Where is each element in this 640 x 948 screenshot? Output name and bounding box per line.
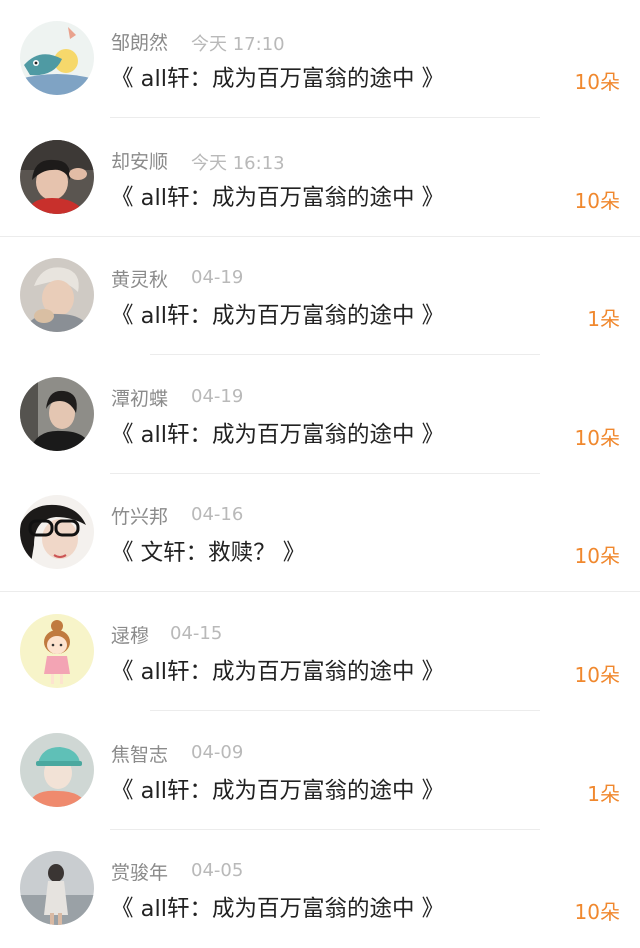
list-item[interactable]: 竹兴邦 04-16 《 文轩：救赎？ 》 10朵 xyxy=(0,474,640,592)
divider xyxy=(150,710,540,711)
work-title[interactable]: 《 文轩：救赎？ 》 xyxy=(111,535,305,567)
user-name[interactable]: 潭初蝶 xyxy=(111,384,168,411)
divider xyxy=(0,591,640,592)
user-name[interactable]: 黄灵秋 xyxy=(111,265,168,292)
list-item[interactable]: 黄灵秋 04-19 《 all轩：成为百万富翁的途中 》 1朵 xyxy=(0,237,640,355)
list-item[interactable]: 潭初蝶 04-19 《 all轩：成为百万富翁的途中 》 10朵 xyxy=(0,356,640,474)
avatar[interactable] xyxy=(20,851,94,925)
user-name[interactable]: 赏骏年 xyxy=(111,858,168,885)
work-title[interactable]: 《 all轩：成为百万富翁的途中 》 xyxy=(111,891,444,923)
timestamp: 04-16 xyxy=(191,504,244,525)
flower-count: 10朵 xyxy=(574,426,620,450)
work-title[interactable]: 《 all轩：成为百万富翁的途中 》 xyxy=(111,654,444,686)
timestamp: 04-19 xyxy=(191,267,244,288)
timestamp: 04-15 xyxy=(170,623,223,644)
avatar[interactable] xyxy=(20,140,94,214)
flower-count: 10朵 xyxy=(574,70,620,94)
avatar[interactable] xyxy=(20,377,94,451)
flower-count: 10朵 xyxy=(574,544,620,568)
user-name[interactable]: 却安顺 xyxy=(111,147,168,174)
work-title[interactable]: 《 all轩：成为百万富翁的途中 》 xyxy=(111,180,444,212)
user-name[interactable]: 焦智志 xyxy=(111,740,168,767)
list-item[interactable]: 却安顺 今天 16:13 《 all轩：成为百万富翁的途中 》 10朵 xyxy=(0,119,640,237)
list-item[interactable]: 逯穆 04-15 《 all轩：成为百万富翁的途中 》 10朵 xyxy=(0,593,640,711)
divider xyxy=(150,354,540,355)
flower-count: 10朵 xyxy=(574,663,620,687)
timestamp: 今天 17:10 xyxy=(191,34,285,55)
avatar[interactable] xyxy=(20,258,94,332)
work-title[interactable]: 《 all轩：成为百万富翁的途中 》 xyxy=(111,298,444,330)
timestamp: 今天 16:13 xyxy=(191,153,285,174)
flower-count: 10朵 xyxy=(574,900,620,924)
timestamp: 04-09 xyxy=(191,742,244,763)
divider xyxy=(110,117,540,118)
flower-count: 1朵 xyxy=(587,782,620,806)
gift-record-list: 邹朗然 今天 17:10 《 all轩：成为百万富翁的途中 》 10朵 却安顺 今天 1… xyxy=(0,0,640,925)
user-name[interactable]: 竹兴邦 xyxy=(111,502,168,529)
flower-count: 1朵 xyxy=(587,307,620,331)
avatar[interactable] xyxy=(20,21,94,95)
avatar[interactable] xyxy=(20,495,94,569)
timestamp: 04-19 xyxy=(191,386,244,407)
avatar[interactable] xyxy=(20,614,94,688)
avatar[interactable] xyxy=(20,733,94,807)
list-item[interactable]: 赏骏年 04-05 《 all轩：成为百万富翁的途中 》 10朵 xyxy=(0,830,640,948)
work-title[interactable]: 《 all轩：成为百万富翁的途中 》 xyxy=(111,61,444,93)
flower-count: 10朵 xyxy=(574,189,620,213)
user-name[interactable]: 逯穆 xyxy=(111,621,149,648)
work-title[interactable]: 《 all轩：成为百万富翁的途中 》 xyxy=(111,417,444,449)
work-title[interactable]: 《 all轩：成为百万富翁的途中 》 xyxy=(111,773,444,805)
timestamp: 04-05 xyxy=(191,860,244,881)
user-name[interactable]: 邹朗然 xyxy=(111,28,168,55)
list-item[interactable]: 邹朗然 今天 17:10 《 all轩：成为百万富翁的途中 》 10朵 xyxy=(0,0,640,118)
list-item[interactable]: 焦智志 04-09 《 all轩：成为百万富翁的途中 》 1朵 xyxy=(0,712,640,830)
